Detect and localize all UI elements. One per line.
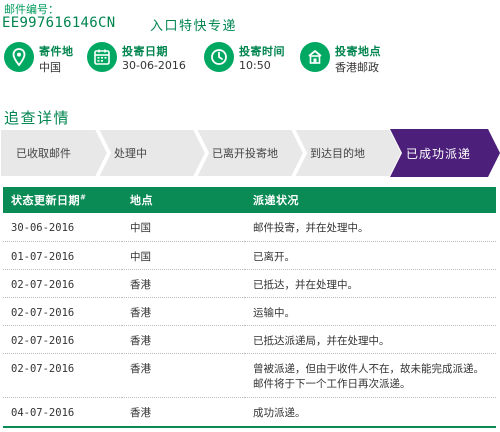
cell-location: 香港 bbox=[122, 297, 245, 326]
cell-date: 02-07-2016 bbox=[3, 269, 122, 298]
shipment-info: 寄件地 中国 投寄日期 30-06-2016 投寄时间 10:50 投寄地点 香… bbox=[0, 42, 500, 76]
post-office-icon bbox=[300, 42, 330, 72]
table-row: 02-07-2016 香港 运输中。 bbox=[3, 297, 496, 326]
info-title: 寄件地 bbox=[39, 45, 74, 58]
progress-step-label: 处理中 bbox=[114, 147, 147, 160]
calendar-icon bbox=[87, 42, 117, 72]
cell-location: 中国 bbox=[122, 213, 245, 242]
table-row: 02-07-2016 香港 曾被派递，但由于收件人不在，故未能完成派递。邮件将于… bbox=[3, 353, 496, 398]
cell-status: 运输中。 bbox=[245, 297, 496, 326]
info-post-time: 投寄时间 10:50 bbox=[204, 42, 294, 76]
cell-date: 02-07-2016 bbox=[3, 325, 122, 354]
cell-status: 成功派递。 bbox=[245, 397, 496, 428]
info-value: 30-06-2016 bbox=[122, 59, 186, 72]
table-row: 01-07-2016 中国 已离开。 bbox=[3, 241, 496, 270]
progress-step-arrived: 到达目的地 bbox=[294, 129, 402, 177]
cell-status: 曾被派递，但由于收件人不在，故未能完成派递。邮件将于下一个工作日再次派递。 bbox=[245, 353, 496, 398]
table-row: 04-07-2016 香港 成功派递。 bbox=[3, 397, 496, 428]
cell-date: 01-07-2016 bbox=[3, 241, 122, 270]
service-name: 入口特快专递 bbox=[150, 19, 238, 34]
cell-date: 30-06-2016 bbox=[3, 213, 122, 242]
cell-date: 04-07-2016 bbox=[3, 397, 122, 428]
cell-location: 中国 bbox=[122, 241, 245, 270]
tracking-table: 状态更新日期# 地点 派递状况 30-06-2016 中国 邮件投寄，并在处理中… bbox=[3, 187, 496, 428]
tracking-number: EE997616146CN bbox=[2, 15, 116, 31]
cell-status: 已离开。 bbox=[245, 241, 496, 270]
progress-step-label: 到达目的地 bbox=[310, 147, 365, 160]
cell-status: 已抵达派递局，并在处理中。 bbox=[245, 325, 496, 354]
progress-step-label: 已离开投寄地 bbox=[212, 147, 278, 160]
cell-location: 香港 bbox=[122, 269, 245, 298]
progress-step-departed: 已离开投寄地 bbox=[196, 129, 304, 177]
info-post-location: 投寄地点 香港邮政 bbox=[300, 42, 420, 76]
cell-status: 已抵达，并在处理中。 bbox=[245, 269, 496, 298]
progress-step-label: 已成功派递 bbox=[406, 146, 472, 161]
table-row: 30-06-2016 中国 邮件投寄，并在处理中。 bbox=[3, 213, 496, 242]
info-title: 投寄时间 bbox=[239, 45, 285, 58]
info-title: 投寄地点 bbox=[335, 45, 381, 58]
progress-step-collected: 已收取邮件 bbox=[0, 129, 108, 177]
progress-step-delivered: 已成功派递 bbox=[390, 129, 500, 177]
info-value: 10:50 bbox=[239, 59, 271, 72]
column-header-status: 派递状况 bbox=[253, 194, 299, 207]
cell-status: 邮件投寄，并在处理中。 bbox=[245, 213, 496, 242]
delivery-progress: 已收取邮件 处理中 已离开投寄地 到达目的地 已成功派递 bbox=[0, 129, 500, 177]
clock-icon bbox=[204, 42, 234, 72]
cell-location: 香港 bbox=[122, 397, 245, 428]
cell-date: 02-07-2016 bbox=[3, 297, 122, 326]
table-header-row: 状态更新日期# 地点 派递状况 bbox=[3, 187, 496, 213]
column-header-date: 状态更新日期# bbox=[11, 193, 87, 207]
info-post-date: 投寄日期 30-06-2016 bbox=[87, 42, 197, 76]
info-value: 香港邮政 bbox=[335, 61, 379, 74]
progress-step-processing: 处理中 bbox=[98, 129, 206, 177]
table-row: 02-07-2016 香港 已抵达派递局，并在处理中。 bbox=[3, 325, 496, 354]
cell-location: 香港 bbox=[122, 353, 245, 398]
info-title: 投寄日期 bbox=[122, 45, 168, 58]
table-row: 02-07-2016 香港 已抵达，并在处理中。 bbox=[3, 269, 496, 298]
tracking-details-title: 追查详情 bbox=[4, 109, 71, 127]
column-header-location: 地点 bbox=[130, 194, 153, 207]
progress-step-label: 已收取邮件 bbox=[16, 147, 71, 160]
location-pin-icon bbox=[4, 42, 34, 72]
cell-location: 香港 bbox=[122, 325, 245, 354]
info-origin: 寄件地 中国 bbox=[4, 42, 84, 76]
cell-date: 02-07-2016 bbox=[3, 353, 122, 398]
info-value: 中国 bbox=[39, 61, 61, 74]
